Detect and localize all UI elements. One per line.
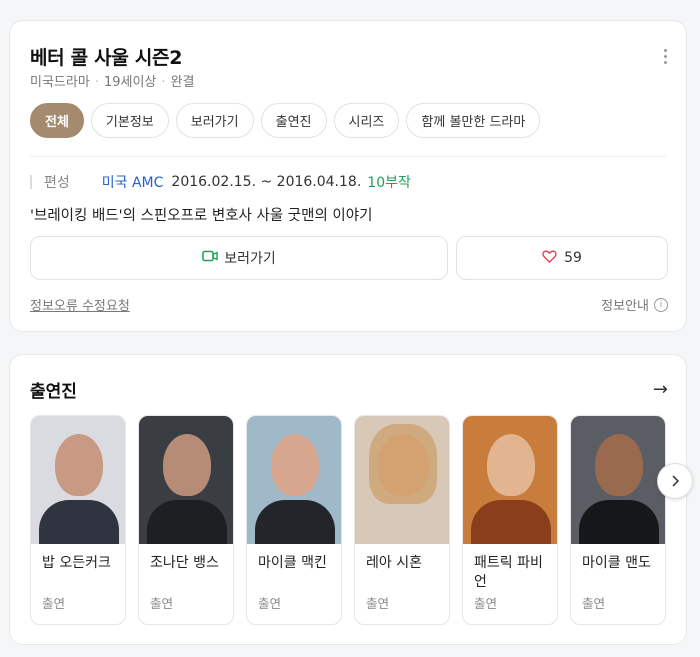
- meta-status: 완결: [170, 75, 195, 90]
- drama-meta: 미국드라마 · 19세이상 · 완결: [30, 75, 195, 90]
- actor-role: 출연: [366, 596, 390, 611]
- actor-role: 출연: [582, 596, 606, 611]
- cast-list: 밥 오든커크 출연 조나단 뱅스 출연 마이클 맥킨 출연 레아 시혼 출연 패…: [30, 415, 666, 625]
- cast-member-card[interactable]: 마이클 맨도 출연: [570, 415, 666, 625]
- tab-cast[interactable]: 출연진: [260, 103, 327, 138]
- drama-title[interactable]: 베터 콜 사울 시즌2: [30, 43, 182, 70]
- broadcast-info-row: 편성 미국 AMC 2016.02.15. ~ 2016.04.18. 10부작: [30, 172, 411, 192]
- drama-info-card: 베터 콜 사울 시즌2 미국드라마 · 19세이상 · 완결 전체 기본정보 보러가기 …: [9, 20, 687, 332]
- actor-name: 조나단 뱅스: [150, 555, 219, 571]
- info-guide-link[interactable]: 정보안내 i: [601, 295, 668, 314]
- drama-description: '브레이킹 배드'의 스핀오프로 변호사 사울 굿맨의 이야기: [30, 208, 373, 224]
- actor-photo: [355, 416, 449, 544]
- cast-section-title: 출연진: [30, 382, 77, 402]
- cast-card: 출연진 → 밥 오든커크 출연 조나단 뱅스 출연 마이클 맥킨 출연 레아 시…: [9, 354, 693, 645]
- more-vertical-icon[interactable]: [664, 49, 668, 64]
- actor-name: 마이클 맥킨: [258, 555, 327, 571]
- actor-photo: [463, 416, 557, 544]
- cast-member-card[interactable]: 레아 시혼 출연: [354, 415, 450, 625]
- cast-member-card[interactable]: 밥 오든커크 출연: [30, 415, 126, 625]
- cast-member-card[interactable]: 패트릭 파비언 출연: [462, 415, 558, 625]
- tab-bar: 전체 기본정보 보러가기 출연진 시리즈 함께 볼만한 드라마: [30, 103, 541, 138]
- info-icon: i: [654, 297, 668, 312]
- watch-button[interactable]: 보러가기: [30, 236, 448, 280]
- divider: [30, 156, 666, 157]
- actor-role: 출연: [474, 596, 498, 611]
- tab-series[interactable]: 시리즈: [333, 103, 400, 138]
- info-guide-label: 정보안내: [601, 299, 649, 314]
- tab-basic-info[interactable]: 기본정보: [90, 103, 169, 138]
- arrow-right-icon[interactable]: →: [653, 379, 668, 400]
- actor-role: 출연: [258, 596, 282, 611]
- meta-rating: 19세이상: [103, 75, 157, 90]
- channel-link[interactable]: 미국 AMC: [102, 172, 164, 192]
- tab-all[interactable]: 전체: [30, 103, 84, 138]
- video-icon: [202, 250, 218, 266]
- episode-count: 10부작: [367, 175, 411, 191]
- watch-button-label: 보러가기: [224, 251, 276, 267]
- like-button[interactable]: 59: [456, 236, 668, 280]
- report-error-link[interactable]: 정보오류 수정요청: [30, 295, 130, 314]
- broadcast-dates: 2016.02.15. ~ 2016.04.18.: [171, 174, 362, 190]
- broadcast-label: 편성: [44, 175, 70, 191]
- actor-name: 밥 오든커크: [42, 555, 111, 571]
- actor-photo: [571, 416, 665, 544]
- actor-photo: [139, 416, 233, 544]
- chevron-right-icon[interactable]: [657, 463, 693, 499]
- tab-watch[interactable]: 보러가기: [175, 103, 254, 138]
- like-count: 59: [564, 250, 582, 266]
- meta-genre: 미국드라마: [30, 75, 90, 90]
- cast-member-card[interactable]: 조나단 뱅스 출연: [138, 415, 234, 625]
- actor-role: 출연: [150, 596, 174, 611]
- actor-name: 마이클 맨도: [582, 555, 651, 571]
- heart-icon: [542, 249, 557, 267]
- row-marker: [30, 175, 32, 189]
- actor-photo: [247, 416, 341, 544]
- actor-name: 패트릭 파비언: [474, 555, 543, 590]
- cast-member-card[interactable]: 마이클 맥킨 출연: [246, 415, 342, 625]
- actor-role: 출연: [42, 596, 66, 611]
- tab-related-dramas[interactable]: 함께 볼만한 드라마: [406, 103, 541, 138]
- actor-photo: [31, 416, 125, 544]
- actor-name: 레아 시혼: [366, 555, 422, 571]
